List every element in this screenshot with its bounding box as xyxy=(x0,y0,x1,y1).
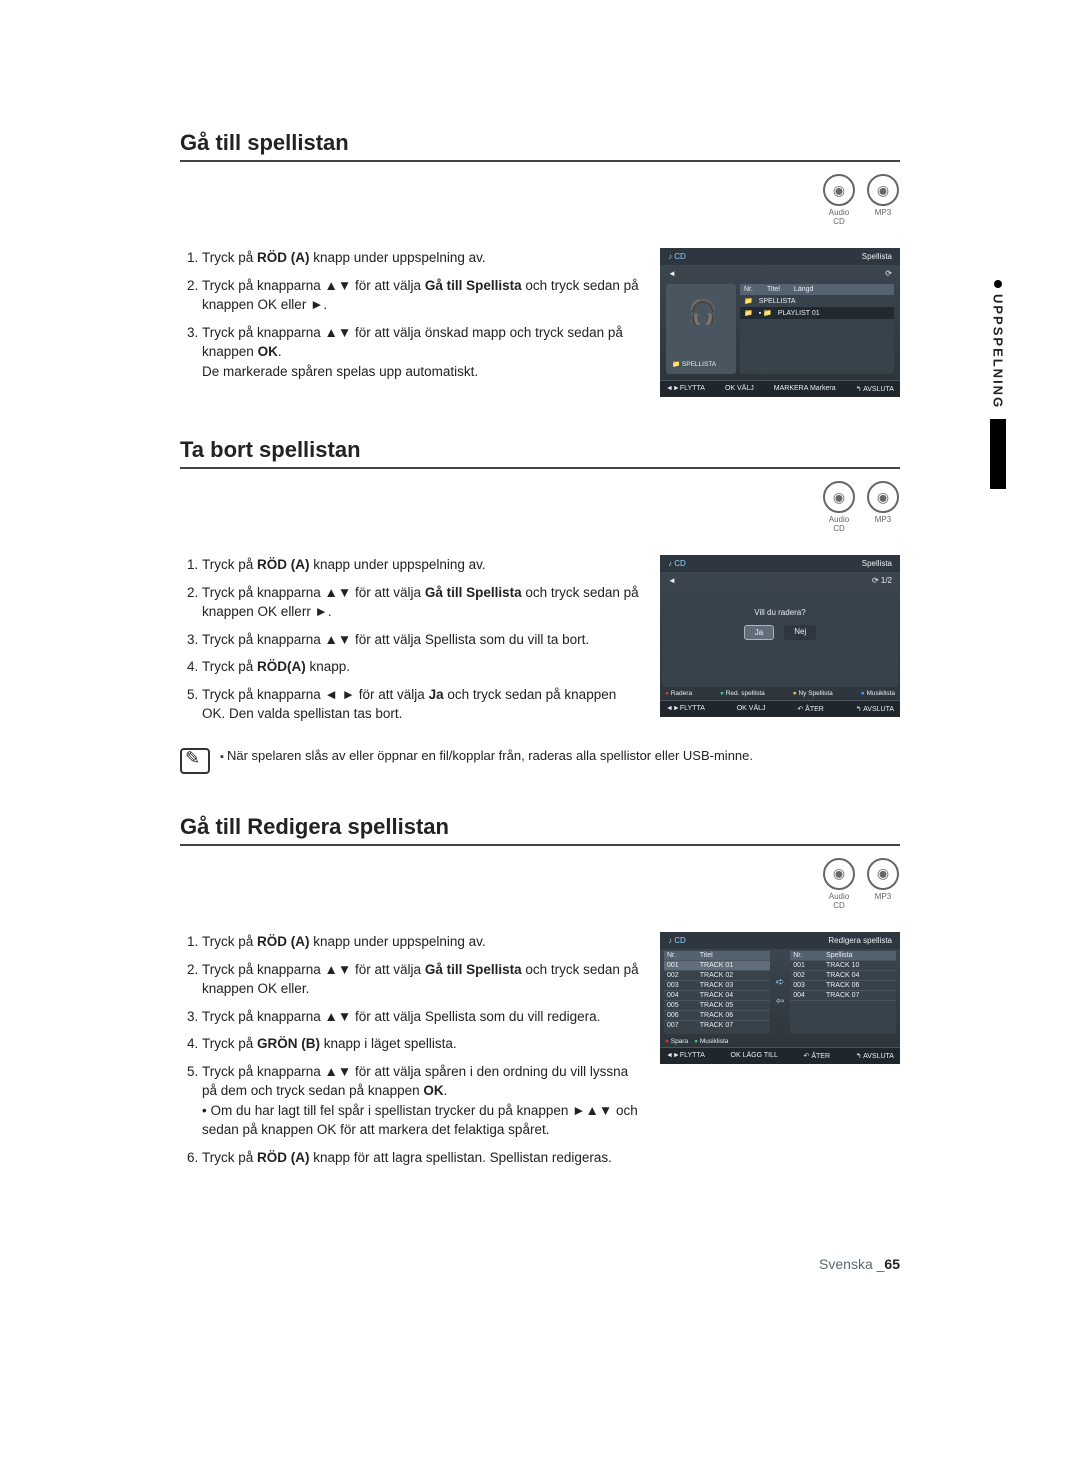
green-action[interactable]: Musiklista xyxy=(694,1038,728,1045)
mp3-badge: ◉MP3 xyxy=(866,481,900,533)
page-footer: Svenska _65 xyxy=(180,1256,900,1272)
table-row: 006TRACK 06 xyxy=(664,1010,770,1020)
screenshot-playlist-browser: ♪ CDSpellista ◄⟳ 📁 SPELLISTA Nr.TitelLän… xyxy=(660,248,900,397)
no-button[interactable]: Nej xyxy=(784,625,816,640)
step: Tryck på knapparna ▲▼ för att välja Gå t… xyxy=(202,276,642,315)
table-row: 001TRACK 01 xyxy=(664,960,770,970)
dialog-question: Vill du radera? xyxy=(720,608,840,617)
side-tab: UPPSPELNING xyxy=(986,280,1010,580)
step: Tryck på RÖD(A) knapp. xyxy=(202,657,642,677)
steps-list: Tryck på RÖD (A) knapp under uppspelning… xyxy=(180,248,642,381)
mp3-badge: ◉MP3 xyxy=(866,174,900,226)
yes-button[interactable]: Ja xyxy=(744,625,774,640)
step: Tryck på knapparna ▲▼ för att välja Spel… xyxy=(202,630,642,650)
folder-row: ▪ 📁 PLAYLIST 01 xyxy=(740,307,894,319)
track-list: Nr.TitelLängd SPELLISTA ▪ 📁 PLAYLIST 01 xyxy=(740,284,894,374)
thumb-index-mark xyxy=(990,419,1006,489)
steps-list: Tryck på RÖD (A) knapp under uppspelning… xyxy=(180,932,642,1168)
table-row: 004TRACK 07 xyxy=(790,990,896,1000)
mp3-badge: ◉MP3 xyxy=(866,858,900,910)
steps-list: Tryck på RÖD (A) knapp under uppspelning… xyxy=(180,555,642,724)
playlist-pane: Nr.Spellista 001TRACK 10 002TRACK 04 003… xyxy=(790,951,896,1034)
note: När spelaren slås av eller öppnar en fil… xyxy=(180,748,900,774)
step: Tryck på GRÖN (B) knapp i läget spellist… xyxy=(202,1034,642,1054)
table-row: 003TRACK 06 xyxy=(790,980,896,990)
play-icon: ◄ xyxy=(668,269,676,278)
blue-action[interactable]: Musiklista xyxy=(861,690,895,697)
note-text: När spelaren slås av eller öppnar en fil… xyxy=(220,748,753,763)
table-row: 005TRACK 05 xyxy=(664,1000,770,1010)
table-row: 001TRACK 10 xyxy=(790,960,896,970)
audio-cd-badge: ◉Audio CD xyxy=(822,481,856,533)
format-badges: ◉Audio CD ◉MP3 xyxy=(180,481,900,533)
source-tracks-pane: Nr.Titel 001TRACK 01 002TRACK 02 003TRAC… xyxy=(664,951,770,1034)
section-heading-go-to-playlist: Gå till spellistan xyxy=(180,130,900,162)
step: Tryck på knapparna ▲▼ för att välja önsk… xyxy=(202,323,642,382)
table-row: 007TRACK 07 xyxy=(664,1020,770,1030)
audio-cd-badge: ◉Audio CD xyxy=(822,858,856,910)
table-row: 002TRACK 04 xyxy=(790,970,896,980)
table-row xyxy=(790,1000,896,1003)
step: Tryck på knapparna ▲▼ för att välja spår… xyxy=(202,1062,642,1140)
step: Tryck på RÖD (A) knapp för att lagra spe… xyxy=(202,1148,642,1168)
step: Tryck på knapparna ▲▼ för att välja Gå t… xyxy=(202,583,642,622)
arrow-right-icon: ➪ xyxy=(776,977,784,988)
step: Tryck på RÖD (A) knapp under uppspelning… xyxy=(202,555,642,575)
screenshot-edit-playlist: ♪ CDRedigera spellista Nr.Titel 001TRACK… xyxy=(660,932,900,1064)
move-arrows: ➪⇦ xyxy=(776,951,784,1034)
section-heading-edit-playlist: Gå till Redigera spellistan xyxy=(180,814,900,846)
folder-row: SPELLISTA xyxy=(740,295,894,307)
red-action[interactable]: Radera xyxy=(665,690,692,697)
step: Tryck på knapparna ◄ ► för att välja Ja … xyxy=(202,685,642,724)
side-tab-label: UPPSPELNING xyxy=(991,294,1006,409)
format-badges: ◉Audio CD ◉MP3 xyxy=(180,174,900,226)
table-row: 002TRACK 02 xyxy=(664,970,770,980)
step: Tryck på knapparna ▲▼ för att välja Spel… xyxy=(202,1007,642,1027)
note-icon xyxy=(180,748,210,774)
arrow-left-icon: ⇦ xyxy=(776,996,784,1007)
table-row: 004TRACK 04 xyxy=(664,990,770,1000)
section-heading-delete-playlist: Ta bort spellistan xyxy=(180,437,900,469)
step: Tryck på RÖD (A) knapp under uppspelning… xyxy=(202,932,642,952)
bullet-icon xyxy=(994,280,1002,288)
audio-cd-badge: ◉Audio CD xyxy=(822,174,856,226)
step: Tryck på RÖD (A) knapp under uppspelning… xyxy=(202,248,642,268)
screenshot-delete-dialog: ♪ CDSpellista ◄⟳ 1/2 Vill du radera? Ja … xyxy=(660,555,900,717)
red-action[interactable]: Spara xyxy=(665,1038,688,1045)
table-row: 003TRACK 03 xyxy=(664,980,770,990)
step: Tryck på knapparna ▲▼ för att välja Gå t… xyxy=(202,960,642,999)
yellow-action[interactable]: Ny Spellista xyxy=(793,690,833,697)
format-badges: ◉Audio CD ◉MP3 xyxy=(180,858,900,910)
confirm-dialog: Vill du radera? Ja Nej xyxy=(720,608,840,640)
now-playing-art: 📁 SPELLISTA xyxy=(666,284,736,374)
green-action[interactable]: Red. spellista xyxy=(720,690,765,697)
